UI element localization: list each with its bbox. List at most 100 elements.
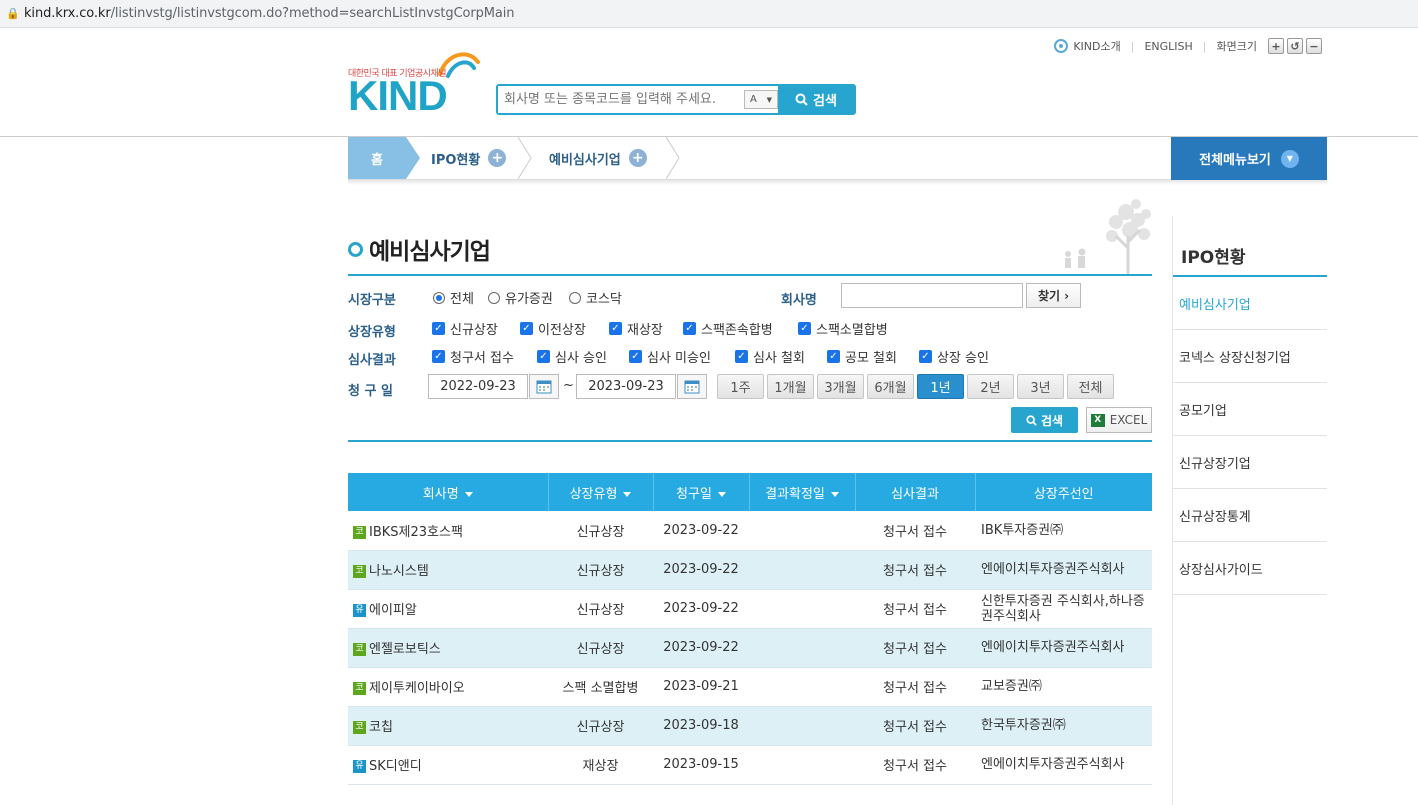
sidebar-item-offering[interactable]: 공모기업 — [1173, 383, 1327, 436]
range-2year-button[interactable]: 2년 — [967, 374, 1014, 399]
dropdown-arrow-icon: ▼ — [766, 95, 773, 104]
url-text[interactable]: kind.krx.co.kr/listinvstg/listinvstgcom.… — [24, 6, 515, 21]
market-option-all[interactable]: 전체 — [433, 288, 474, 307]
company-link[interactable]: 나노시스템 — [369, 564, 429, 579]
calendar-button[interactable] — [529, 374, 559, 399]
sort-down-icon — [464, 491, 473, 497]
cell-company[interactable]: 유 SK디앤디 — [348, 745, 548, 785]
range-1month-button[interactable]: 1개월 — [767, 374, 814, 399]
range-1year-button[interactable]: 1년 — [917, 374, 964, 399]
listing-type-transfer[interactable]: ✓ 이전상장 — [520, 319, 586, 338]
find-button[interactable]: 찾기 › — [1026, 283, 1081, 308]
market-option-kosdaq[interactable]: 코스닥 — [569, 288, 622, 307]
company-link[interactable]: 엔젤로보틱스 — [369, 642, 441, 657]
col-company-name[interactable]: 회사명 — [348, 473, 549, 511]
result-approved[interactable]: ✓ 심사 승인 — [537, 347, 607, 366]
company-link[interactable]: SK디앤디 — [369, 759, 422, 774]
zoom-out-button[interactable]: − — [1306, 38, 1322, 54]
zoom-in-button[interactable]: + — [1268, 38, 1284, 54]
char-toggle-select[interactable]: A ▼ — [744, 90, 778, 109]
result-filed[interactable]: ✓ 청구서 접수 — [432, 347, 514, 366]
cell-underwriter: 한국투자증권㈜ — [975, 706, 1152, 746]
company-link[interactable]: 코칩 — [369, 720, 393, 735]
company-link[interactable]: 제이투케이바이오 — [369, 681, 465, 696]
result-rejected[interactable]: ✓ 심사 미승인 — [629, 347, 711, 366]
table-row: 코 나노시스템 신규상장 2023-09-22 청구서 접수 엔에이치투자증권주식회사 — [348, 550, 1152, 590]
excel-download-button[interactable]: X EXCEL — [1086, 407, 1152, 433]
option-label: 유가증권 — [505, 292, 553, 307]
breadcrumb-home[interactable]: 홈 — [348, 137, 420, 179]
radio[interactable] — [488, 291, 500, 304]
cell-company[interactable]: 코 IBKS제23호스팩 — [348, 511, 548, 551]
char-toggle-label: A — [749, 94, 757, 105]
calendar-button[interactable] — [677, 374, 707, 399]
option-label: 코스닥 — [586, 292, 622, 307]
listing-type-spac-dissolved[interactable]: ✓ 스팩소멸합병 — [798, 319, 888, 338]
checkbox-checked[interactable]: ✓ — [432, 350, 445, 363]
date-to-input[interactable]: 2023-09-23 — [576, 374, 676, 399]
radio-selected[interactable] — [433, 291, 445, 304]
cell-listing-type: 스팩 소멸합병 — [548, 667, 653, 707]
kind-logo[interactable]: 대한민국 대표 기업공시채널 KIND — [348, 48, 488, 118]
cell-company[interactable]: 코 나노시스템 — [348, 550, 548, 590]
option-label: 심사 승인 — [555, 351, 607, 366]
checkbox-checked[interactable]: ✓ — [683, 322, 696, 335]
sidebar-item-prelim[interactable]: 예비심사기업 — [1173, 277, 1327, 330]
checkbox-checked[interactable]: ✓ — [609, 322, 622, 335]
header-label: 상장주선인 — [1033, 486, 1094, 502]
range-1week-button[interactable]: 1주 — [717, 374, 764, 399]
plus-icon[interactable]: + — [628, 149, 647, 167]
range-3year-button[interactable]: 3년 — [1017, 374, 1064, 399]
cell-company[interactable]: 코 코칩 — [348, 706, 548, 746]
company-link[interactable]: 에이피알 — [369, 603, 417, 618]
company-name-input[interactable] — [841, 283, 1023, 308]
cell-confirm-date — [749, 550, 855, 590]
date-from-input[interactable]: 2022-09-23 — [428, 374, 528, 399]
chevron-right-icon: › — [1064, 288, 1070, 303]
checkbox-checked[interactable]: ✓ — [798, 322, 811, 335]
col-filing-date[interactable]: 청구일 — [653, 473, 750, 511]
all-menu-button[interactable]: 전체메뉴보기 ▼ — [1171, 137, 1327, 180]
listing-type-relist[interactable]: ✓ 재상장 — [609, 319, 663, 338]
radio[interactable] — [569, 291, 581, 304]
kind-intro-link[interactable]: KIND소개 — [1073, 38, 1120, 54]
breadcrumb-ipo[interactable]: IPO현황 + — [431, 137, 507, 179]
search-button[interactable]: 검색 — [778, 86, 854, 113]
range-6month-button[interactable]: 6개월 — [867, 374, 914, 399]
checkbox-checked[interactable]: ✓ — [432, 322, 445, 335]
listing-type-spac-surviving[interactable]: ✓ 스팩존속합병 — [683, 319, 773, 338]
breadcrumb-ipo-label: IPO현황 — [431, 152, 481, 168]
checkbox-checked[interactable]: ✓ — [537, 350, 550, 363]
range-3month-button[interactable]: 3개월 — [817, 374, 864, 399]
checkbox-checked[interactable]: ✓ — [520, 322, 533, 335]
browser-address-bar[interactable]: 🔒 kind.krx.co.kr/listinvstg/listinvstgco… — [0, 0, 1418, 28]
sidebar-item-new-listing[interactable]: 신규상장기업 — [1173, 436, 1327, 489]
col-confirm-date[interactable]: 결과확정일 — [749, 473, 856, 511]
cell-company[interactable]: 유 에이피알 — [348, 589, 548, 629]
zoom-reset-button[interactable]: ↺ — [1287, 38, 1303, 54]
plus-icon[interactable]: + — [488, 149, 507, 167]
breadcrumb-prelim[interactable]: 예비심사기업 + — [549, 137, 647, 179]
search-input[interactable] — [498, 86, 744, 113]
result-offering-withdrawn[interactable]: ✓ 공모 철회 — [827, 347, 897, 366]
filter-search-button[interactable]: 검색 — [1011, 407, 1078, 433]
sort-down-icon — [717, 491, 726, 497]
col-listing-type[interactable]: 상장유형 — [548, 473, 654, 511]
result-listing-approved[interactable]: ✓ 상장 승인 — [919, 347, 989, 366]
checkbox-checked[interactable]: ✓ — [919, 350, 932, 363]
cell-company[interactable]: 코 엔젤로보틱스 — [348, 628, 548, 668]
sidebar-item-review-guide[interactable]: 상장심사가이드 — [1173, 542, 1327, 595]
range-all-button[interactable]: 전체 — [1067, 374, 1114, 399]
cell-company[interactable]: 코 제이투케이바이오 — [348, 667, 548, 707]
company-link[interactable]: IBKS제23호스팩 — [369, 525, 463, 540]
market-option-kospi[interactable]: 유가증권 — [488, 288, 553, 307]
checkbox-checked[interactable]: ✓ — [629, 350, 642, 363]
english-link[interactable]: ENGLISH — [1144, 40, 1192, 53]
result-withdrawn[interactable]: ✓ 심사 철회 — [735, 347, 805, 366]
checkbox-checked[interactable]: ✓ — [827, 350, 840, 363]
listing-type-new[interactable]: ✓ 신규상장 — [432, 319, 498, 338]
cell-result: 청구서 접수 — [855, 628, 975, 668]
sidebar-item-listing-stats[interactable]: 신규상장통계 — [1173, 489, 1327, 542]
sidebar-item-konex[interactable]: 코넥스 상장신청기업 — [1173, 330, 1327, 383]
checkbox-checked[interactable]: ✓ — [735, 350, 748, 363]
